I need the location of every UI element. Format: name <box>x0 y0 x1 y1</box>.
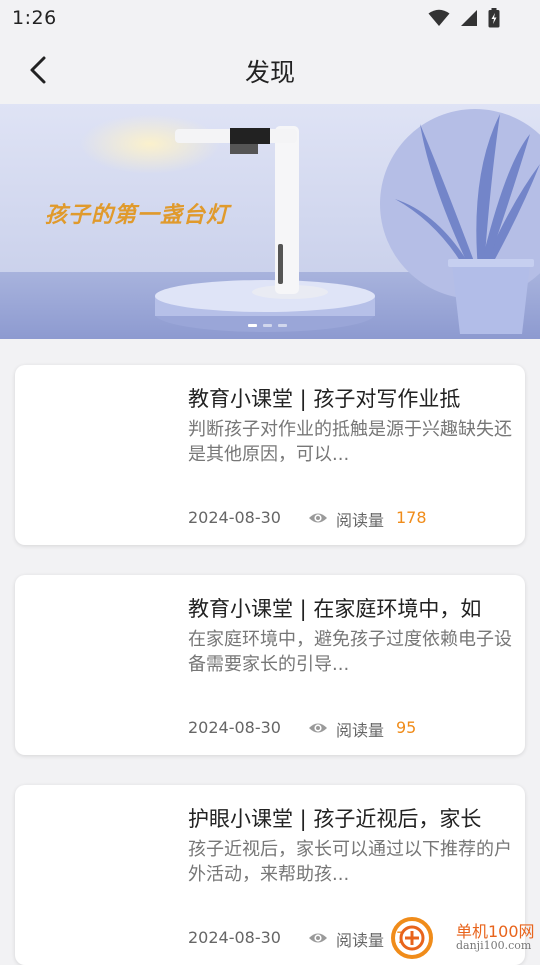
watermark-url: danji100.com <box>456 939 532 952</box>
status-bar: 1:26 <box>0 0 540 36</box>
article-description: 孩子近视后，家长可以通过以下推荐的户外活动，来帮助孩... <box>188 839 512 885</box>
signal-icon <box>461 10 477 26</box>
article-date: 2024-08-30 <box>188 718 281 737</box>
read-count-label: 阅读量 <box>336 931 385 950</box>
article-title: 教育小课堂 | 在家庭环境中，如 <box>188 597 482 621</box>
banner-slogan: 孩子的第一盏台灯 <box>45 202 230 228</box>
carousel-dot[interactable] <box>263 324 272 327</box>
battery-icon <box>488 8 500 28</box>
article-thumbnail <box>25 585 175 745</box>
read-count: 178 <box>396 508 427 527</box>
carousel-dots <box>248 324 287 327</box>
watermark-logo-icon <box>391 917 433 959</box>
carousel-dot[interactable] <box>278 324 287 327</box>
eye-icon <box>309 723 327 733</box>
banner-carousel[interactable]: 孩子的第一盏台灯 <box>0 104 540 339</box>
read-count-label: 阅读量 <box>336 721 385 740</box>
page-title: 发现 <box>244 58 295 87</box>
header: 发现 <box>0 36 540 104</box>
status-time: 1:26 <box>12 7 57 29</box>
article-card[interactable]: 教育小课堂 | 在家庭环境中，如 在家庭环境中，避免孩子过度依赖电子设备需要家长… <box>15 575 525 755</box>
article-card[interactable]: 教育小课堂 | 孩子对写作业抵 判断孩子对作业的抵触是源于兴趣缺失还是其他原因，… <box>15 365 525 545</box>
carousel-dot[interactable] <box>248 324 257 327</box>
watermark: 单机100网 danji100.com <box>390 912 540 960</box>
wifi-icon <box>428 9 450 26</box>
article-description: 在家庭环境中，避免孩子过度依赖电子设备需要家长的引导... <box>188 629 512 675</box>
eye-icon <box>309 513 327 523</box>
eye-icon <box>309 933 327 943</box>
article-date: 2024-08-30 <box>188 508 281 527</box>
article-thumbnail <box>25 795 175 955</box>
article-description: 判断孩子对作业的抵触是源于兴趣缺失还是其他原因，可以... <box>188 419 512 465</box>
article-title: 教育小课堂 | 孩子对写作业抵 <box>188 387 461 411</box>
article-title: 护眼小课堂 | 孩子近视后，家长 <box>188 807 482 831</box>
status-icons <box>428 8 500 28</box>
article-date: 2024-08-30 <box>188 928 281 947</box>
article-thumbnail <box>25 375 175 535</box>
read-count: 95 <box>396 718 417 737</box>
read-count-label: 阅读量 <box>336 511 385 530</box>
